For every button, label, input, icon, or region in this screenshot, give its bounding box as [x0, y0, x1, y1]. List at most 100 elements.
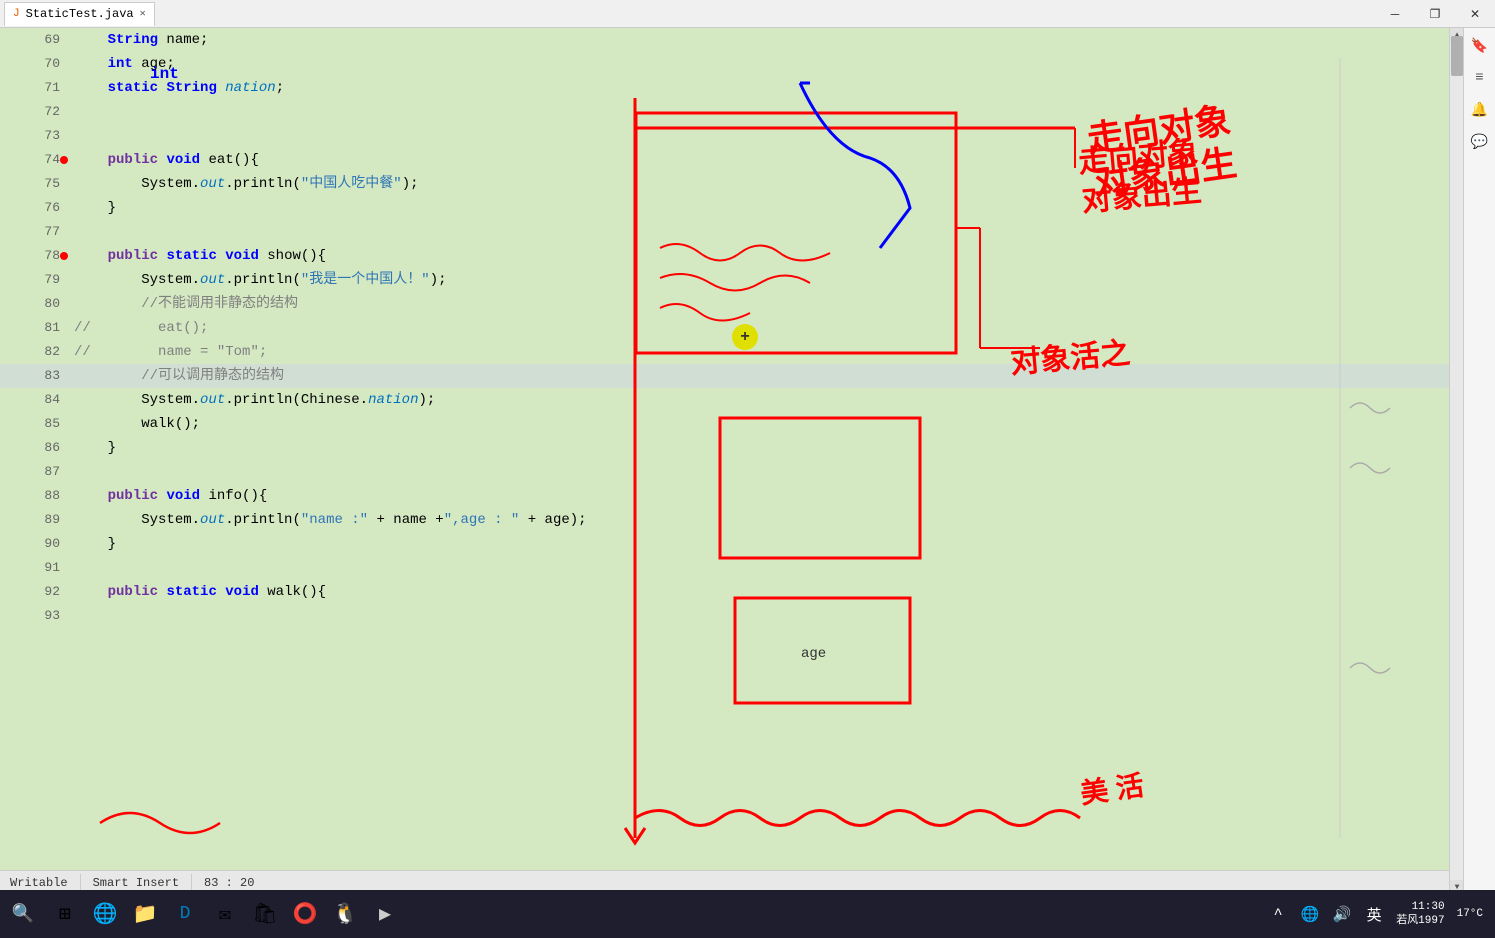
- code-line: 82// name = "Tom";: [0, 340, 1449, 364]
- minimize-button[interactable]: ─: [1375, 0, 1415, 28]
- line-content[interactable]: public static void show(){: [70, 244, 1449, 268]
- window-controls: ─ ❐ ✕: [1375, 0, 1495, 28]
- line-number: 92: [0, 580, 70, 604]
- code-line: 80 //不能调用非静态的结构: [0, 292, 1449, 316]
- line-content[interactable]: System.out.println("我是一个中国人！");: [70, 268, 1449, 292]
- structure-icon[interactable]: ≡: [1466, 64, 1494, 92]
- code-line: 93: [0, 604, 1449, 628]
- code-line: 77: [0, 220, 1449, 244]
- line-content[interactable]: [70, 604, 1449, 628]
- code-line: 70 int age;: [0, 52, 1449, 76]
- code-line: 79 System.out.println("我是一个中国人！");: [0, 268, 1449, 292]
- line-content[interactable]: }: [70, 532, 1449, 556]
- vertical-scrollbar[interactable]: ▲ ▼: [1449, 28, 1463, 894]
- line-content[interactable]: // eat();: [70, 316, 1449, 340]
- code-line: 78 public static void show(){: [0, 244, 1449, 268]
- code-line: 90 }: [0, 532, 1449, 556]
- line-number: 81: [0, 316, 70, 340]
- line-content[interactable]: //不能调用非静态的结构: [70, 292, 1449, 316]
- line-number: 70: [0, 52, 70, 76]
- line-number: 87: [0, 460, 70, 484]
- line-content[interactable]: [70, 460, 1449, 484]
- tab-close-button[interactable]: ✕: [140, 8, 146, 20]
- language-icon[interactable]: 英: [1360, 900, 1388, 928]
- line-content[interactable]: //可以调用静态的结构: [70, 364, 1449, 388]
- editor-area: 69 String name;70 int age;71 static Stri…: [0, 28, 1463, 908]
- line-content[interactable]: System.out.println("中国人吃中餐");: [70, 172, 1449, 196]
- line-number: 72: [0, 100, 70, 124]
- line-content[interactable]: [70, 220, 1449, 244]
- line-number: 85: [0, 412, 70, 436]
- file-explorer-icon[interactable]: 📁: [126, 895, 164, 933]
- code-line: 71 static String nation;: [0, 76, 1449, 100]
- store-icon[interactable]: 🛍: [246, 895, 284, 933]
- code-line: 85 walk();: [0, 412, 1449, 436]
- media-player-icon[interactable]: ▶: [366, 895, 404, 933]
- line-content[interactable]: System.out.println(Chinese.nation);: [70, 388, 1449, 412]
- line-content[interactable]: System.out.println("name :" + name +",ag…: [70, 508, 1449, 532]
- code-line: 69 String name;: [0, 28, 1449, 52]
- line-content[interactable]: [70, 124, 1449, 148]
- line-content[interactable]: public void eat(){: [70, 148, 1449, 172]
- line-number: 71: [0, 76, 70, 100]
- taskbar-items: ⊞ 🌐 📁 D ✉ 🛍 ⭕ 🐧 ▶: [46, 895, 424, 933]
- line-content[interactable]: [70, 556, 1449, 580]
- right-sidebar: 🔖 ≡ 🔔 💬: [1463, 28, 1495, 908]
- temperature-display: 17°C: [1453, 908, 1487, 920]
- code-line: 84 System.out.println(Chinese.nation);: [0, 388, 1449, 412]
- notification-icon[interactable]: 🔔: [1466, 96, 1494, 124]
- v-scroll-thumb[interactable]: [1451, 36, 1463, 76]
- java-file-icon: J: [13, 8, 20, 20]
- line-number: 74: [0, 148, 70, 172]
- line-number: 82: [0, 340, 70, 364]
- tray-chevron[interactable]: ^: [1264, 900, 1292, 928]
- clock[interactable]: 11:30 若风1997: [1392, 900, 1448, 929]
- line-content[interactable]: int age;: [70, 52, 1449, 76]
- code-container: 69 String name;70 int age;71 static Stri…: [0, 28, 1449, 894]
- line-number: 69: [0, 28, 70, 52]
- network-icon[interactable]: 🌐: [1296, 900, 1324, 928]
- line-number: 79: [0, 268, 70, 292]
- line-number: 88: [0, 484, 70, 508]
- code-line: 72: [0, 100, 1449, 124]
- line-content[interactable]: static String nation;: [70, 76, 1449, 100]
- dell-icon[interactable]: D: [166, 895, 204, 933]
- line-number: 75: [0, 172, 70, 196]
- taskbar-search[interactable]: 🔍: [4, 895, 42, 933]
- line-number: 83: [0, 364, 70, 388]
- code-line: 89 System.out.println("name :" + name +"…: [0, 508, 1449, 532]
- chrome-icon[interactable]: ⭕: [286, 895, 324, 933]
- qq-icon[interactable]: 🐧: [326, 895, 364, 933]
- line-content[interactable]: walk();: [70, 412, 1449, 436]
- task-manager-icon[interactable]: ⊞: [46, 895, 84, 933]
- line-number: 93: [0, 604, 70, 628]
- line-content[interactable]: [70, 100, 1449, 124]
- code-line: 81// eat();: [0, 316, 1449, 340]
- line-number: 91: [0, 556, 70, 580]
- edge-browser-icon[interactable]: 🌐: [86, 895, 124, 933]
- line-content[interactable]: // name = "Tom";: [70, 340, 1449, 364]
- line-number: 80: [0, 292, 70, 316]
- line-content[interactable]: public void info(){: [70, 484, 1449, 508]
- chat-icon[interactable]: 💬: [1466, 128, 1494, 156]
- code-line: 75 System.out.println("中国人吃中餐");: [0, 172, 1449, 196]
- line-number: 76: [0, 196, 70, 220]
- windows-taskbar: 🔍 ⊞ 🌐 📁 D ✉ 🛍 ⭕ 🐧 ▶ ^ 🌐 🔊 英 11:30 若风1997…: [0, 890, 1495, 938]
- code-line: 86 }: [0, 436, 1449, 460]
- line-content[interactable]: }: [70, 196, 1449, 220]
- line-content[interactable]: public static void walk(){: [70, 580, 1449, 604]
- line-content[interactable]: String name;: [70, 28, 1449, 52]
- volume-icon[interactable]: 🔊: [1328, 900, 1356, 928]
- maximize-button[interactable]: ❐: [1415, 0, 1455, 28]
- close-button[interactable]: ✕: [1455, 0, 1495, 28]
- editor-tab[interactable]: J StaticTest.java ✕: [4, 2, 155, 26]
- line-number: 84: [0, 388, 70, 412]
- code-line: 87: [0, 460, 1449, 484]
- line-number: 89: [0, 508, 70, 532]
- bookmark-icon[interactable]: 🔖: [1466, 32, 1494, 60]
- code-line: 88 public void info(){: [0, 484, 1449, 508]
- line-number: 77: [0, 220, 70, 244]
- line-content[interactable]: }: [70, 436, 1449, 460]
- code-line: 91: [0, 556, 1449, 580]
- mail-icon[interactable]: ✉: [206, 895, 244, 933]
